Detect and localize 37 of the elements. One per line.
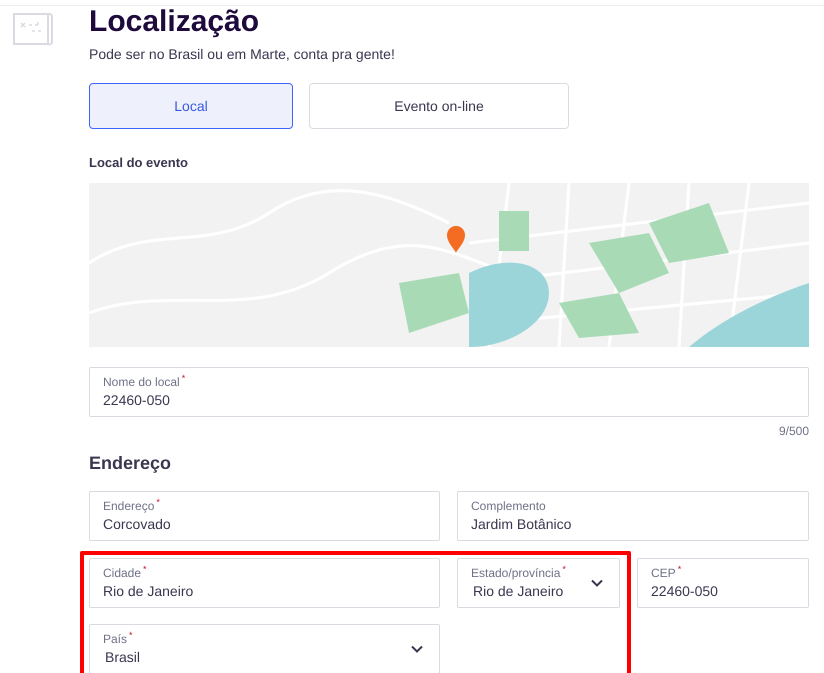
chevron-down-icon bbox=[411, 644, 423, 652]
field-label: País $^{*}$ bbox=[103, 632, 134, 646]
page-subtitle: Pode ser no Brasil ou em Marte, conta pra gente! bbox=[89, 45, 396, 64]
required-mark: * bbox=[156, 497, 160, 507]
input-field[interactable]: Cidade $^{*}$ Rio de Janeiro bbox=[89, 558, 440, 608]
input-field[interactable]: CEP $^{*}$ 22460-050 bbox=[637, 558, 809, 608]
field-label: Complemento bbox=[471, 498, 547, 512]
section-heading: Endereço bbox=[89, 452, 172, 475]
field-label: Endereço $^{*}$ bbox=[103, 498, 161, 512]
select-field[interactable]: Estado/província $^{*}$ Rio de Janeiro bbox=[457, 558, 620, 608]
select-field[interactable]: País $^{*}$ Brasil bbox=[89, 624, 440, 673]
field-value: Jardim Botânico bbox=[471, 514, 572, 532]
field-label: Nome do local $^{*}$ bbox=[103, 374, 186, 388]
required-mark: * bbox=[678, 564, 682, 574]
input-field[interactable]: Nome do local $^{*}$ 22460-050 bbox=[89, 366, 809, 416]
location-type-tab[interactable]: Local bbox=[89, 83, 293, 129]
field-label: Cidade $^{*}$ bbox=[103, 566, 148, 580]
section-label: Local do evento bbox=[89, 154, 189, 172]
chevron-down-icon bbox=[591, 578, 603, 586]
page-title: Localização bbox=[89, 6, 260, 38]
field-value: 22460-050 bbox=[651, 582, 719, 600]
select-value: Brasil bbox=[105, 648, 142, 666]
field-value: 22460-050 bbox=[103, 390, 171, 408]
select-value: Rio de Janeiro bbox=[473, 582, 564, 600]
field-label: CEP $^{*}$ bbox=[651, 566, 682, 580]
field-value: Corcovado bbox=[103, 514, 172, 532]
map-scroll-icon bbox=[13, 11, 53, 47]
required-mark: * bbox=[182, 373, 186, 383]
character-counter: 9/500 bbox=[778, 422, 809, 440]
input-field[interactable]: Complemento Jardim Botânico bbox=[457, 490, 809, 540]
field-value: Rio de Janeiro bbox=[103, 582, 194, 600]
input-field[interactable]: Endereço $^{*}$ Corcovado bbox=[89, 490, 440, 540]
location-type-tab[interactable]: Evento on-line bbox=[309, 83, 569, 129]
required-mark: * bbox=[143, 564, 147, 574]
field-label: Estado/província $^{*}$ bbox=[471, 566, 567, 580]
required-mark: * bbox=[129, 630, 133, 640]
required-mark: * bbox=[562, 564, 566, 574]
